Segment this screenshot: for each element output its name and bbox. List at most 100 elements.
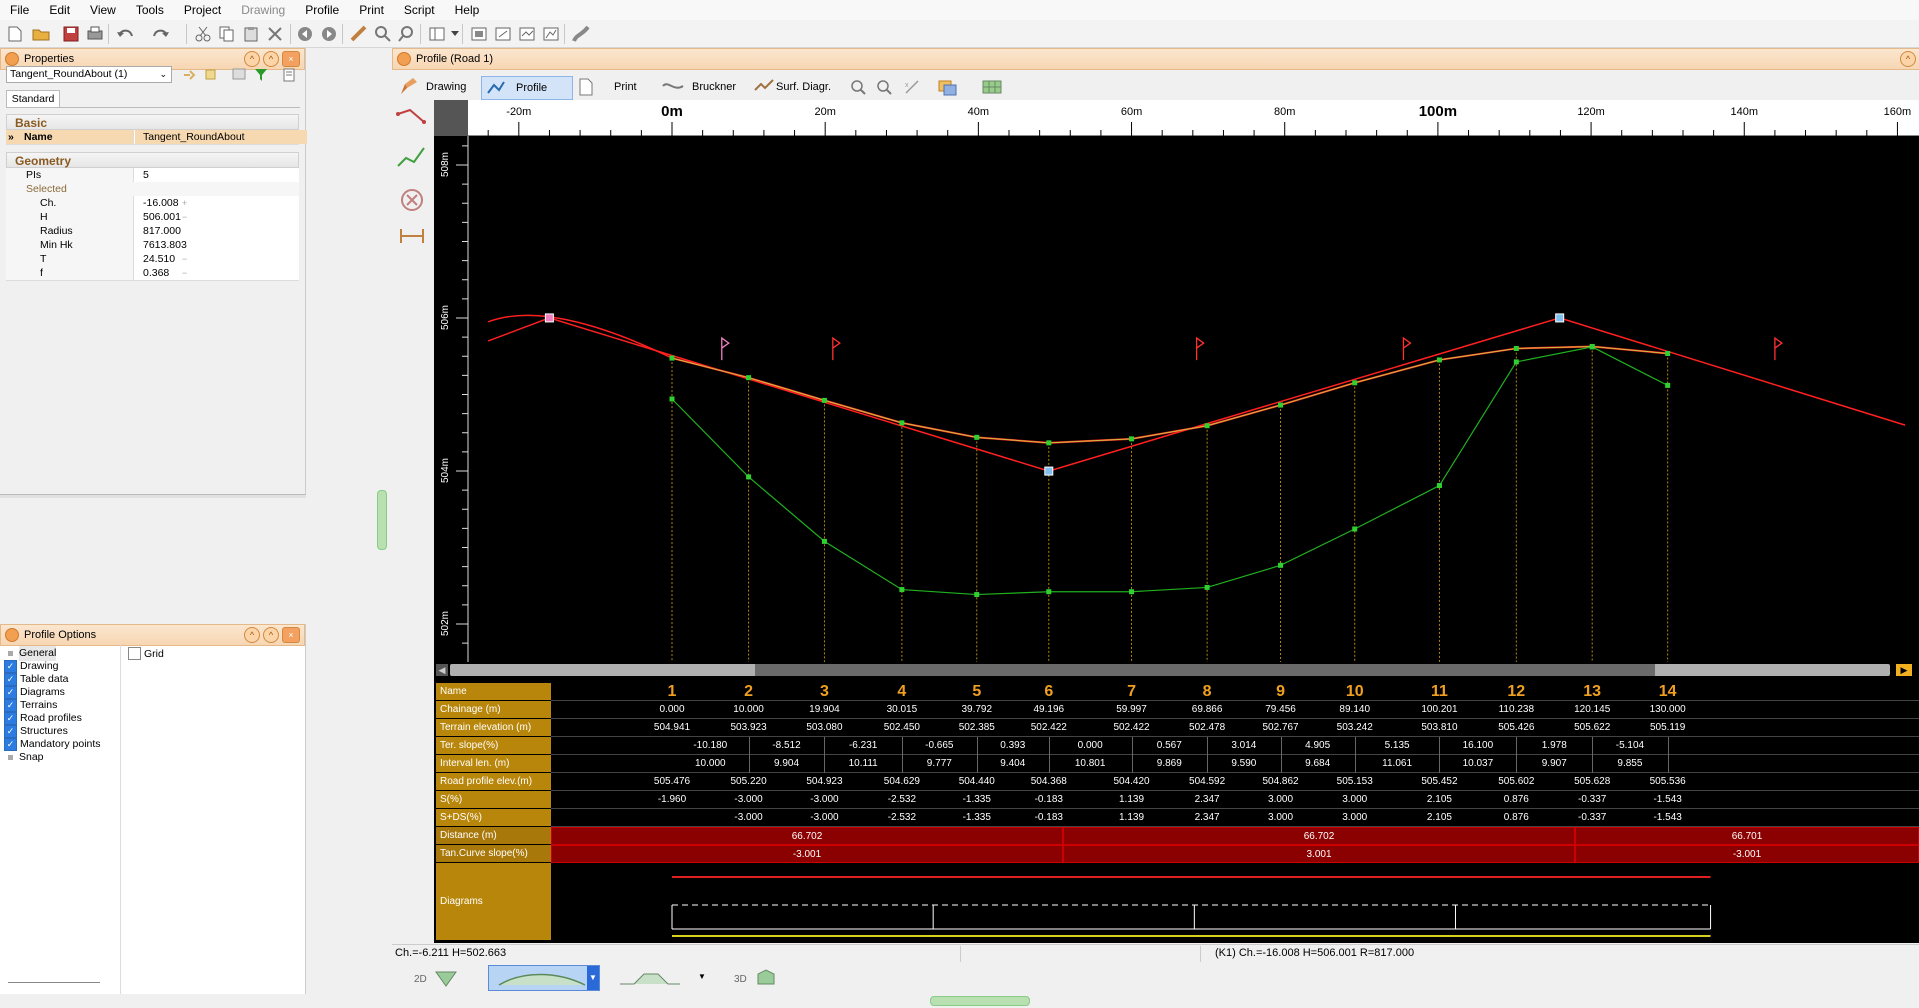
- restore-icon[interactable]: ^: [263, 627, 279, 643]
- geometry-row[interactable]: f 0.368−: [6, 266, 299, 281]
- geometry-row-value[interactable]: 0.368: [135, 266, 169, 280]
- flag-icon[interactable]: [832, 336, 841, 361]
- menu-project[interactable]: Project: [174, 0, 231, 20]
- table-icon[interactable]: [982, 80, 1002, 94]
- minus-icon[interactable]: −: [182, 266, 187, 280]
- road-point[interactable]: [1436, 357, 1442, 363]
- measure-icon[interactable]: [348, 23, 370, 45]
- name-row[interactable]: » Name Tangent_RoundAbout: [6, 130, 307, 145]
- station-number[interactable]: 5: [962, 683, 992, 701]
- distance-segment[interactable]: 66.702: [1063, 827, 1575, 845]
- zoom-window-icon[interactable]: [396, 23, 418, 45]
- terrain-point[interactable]: [1436, 483, 1442, 489]
- forward-icon[interactable]: [318, 23, 340, 45]
- basic-group[interactable]: Basic: [6, 114, 299, 130]
- menu-edit[interactable]: Edit: [39, 0, 80, 20]
- draw-polyline-icon[interactable]: [396, 106, 426, 132]
- selected-subgroup[interactable]: Selected: [6, 182, 299, 197]
- scale-icon[interactable]: x: [904, 79, 920, 95]
- geometry-row-value[interactable]: 817.000: [135, 224, 181, 238]
- zoom-in-icon[interactable]: [850, 79, 866, 95]
- road-tool-icon[interactable]: [570, 23, 592, 45]
- cut-icon[interactable]: [192, 23, 214, 45]
- close-icon[interactable]: ×: [282, 51, 300, 67]
- geometry-group[interactable]: Geometry: [6, 152, 299, 168]
- menu-print[interactable]: Print: [349, 0, 394, 20]
- tab-bruckner[interactable]: Bruckner: [658, 76, 742, 98]
- station-number[interactable]: 10: [1340, 683, 1370, 701]
- terrain-point[interactable]: [1665, 382, 1671, 388]
- terrain-point[interactable]: [746, 474, 752, 480]
- bottom-splitter-handle[interactable]: [930, 996, 1030, 1006]
- station-number[interactable]: 3: [809, 683, 839, 701]
- scroll-right-icon[interactable]: ▶: [1896, 664, 1912, 676]
- minimize-icon[interactable]: ^: [244, 627, 260, 643]
- draw-terrain-icon[interactable]: [396, 144, 426, 170]
- undo-icon[interactable]: [114, 23, 136, 45]
- redo-icon[interactable]: [150, 23, 172, 45]
- station-number[interactable]: 13: [1577, 683, 1607, 701]
- station-number[interactable]: 11: [1424, 683, 1454, 701]
- geometry-row[interactable]: Ch. -16.008 +: [6, 196, 299, 211]
- paste-icon[interactable]: [240, 23, 262, 45]
- road-point[interactable]: [1352, 380, 1358, 386]
- geometry-row-value[interactable]: 7613.803: [135, 238, 187, 252]
- mode-2d-button[interactable]: 2D: [412, 968, 462, 990]
- station-number[interactable]: 1: [657, 683, 687, 701]
- profile-chart[interactable]: 508m 506m 504m 502m: [434, 136, 1919, 662]
- road-point[interactable]: [1278, 402, 1284, 408]
- menu-script[interactable]: Script: [394, 0, 445, 20]
- profile-canvas[interactable]: 508m 506m 504m 502m: [434, 136, 1919, 662]
- horizontal-scrollbar[interactable]: ▶ ◀: [434, 662, 1919, 678]
- restore-icon[interactable]: ^: [263, 51, 279, 67]
- station-number[interactable]: 7: [1117, 683, 1147, 701]
- scroll-thumb[interactable]: [755, 664, 1655, 676]
- terrain-point[interactable]: [1129, 589, 1135, 595]
- menu-file[interactable]: File: [0, 0, 39, 20]
- tan-slope-segment[interactable]: -3.001: [1575, 845, 1919, 863]
- road-point[interactable]: [1129, 436, 1135, 442]
- terrain-point[interactable]: [1204, 584, 1210, 590]
- terrain-point[interactable]: [974, 592, 980, 598]
- terrain-point[interactable]: [899, 587, 905, 593]
- road-point[interactable]: [1665, 350, 1671, 356]
- station-number[interactable]: 8: [1192, 683, 1222, 701]
- geometry-row-value[interactable]: -16.008: [135, 196, 179, 210]
- pi-marker[interactable]: [1044, 466, 1054, 476]
- road-point[interactable]: [1513, 345, 1519, 351]
- checkbox-icon[interactable]: [128, 647, 141, 660]
- flag-icon[interactable]: [721, 336, 730, 361]
- road-point[interactable]: [899, 420, 905, 426]
- pis-row[interactable]: PIs 5: [6, 168, 299, 183]
- road-point[interactable]: [669, 355, 675, 361]
- name-value[interactable]: Tangent_RoundAbout: [135, 130, 307, 144]
- station-number[interactable]: 2: [734, 683, 764, 701]
- tab-drawing[interactable]: Drawing: [394, 76, 478, 98]
- terrain-point[interactable]: [1352, 526, 1358, 532]
- chevron-down-icon[interactable]: ▼: [587, 966, 599, 990]
- mode-cross-section-button[interactable]: [618, 968, 682, 990]
- road-point[interactable]: [1204, 423, 1210, 429]
- new-file-icon[interactable]: [4, 23, 26, 45]
- terrain-point[interactable]: [669, 396, 675, 402]
- terrain-point[interactable]: [1046, 589, 1052, 595]
- maximize-icon[interactable]: ^: [1900, 51, 1916, 67]
- station-number[interactable]: 9: [1266, 683, 1296, 701]
- pis-value[interactable]: 5: [135, 168, 149, 182]
- flag-icon[interactable]: [1774, 336, 1784, 361]
- scroll-left-icon[interactable]: ◀: [436, 664, 448, 676]
- menu-profile[interactable]: Profile: [295, 0, 349, 20]
- menu-tools[interactable]: Tools: [126, 0, 174, 20]
- pi-marker[interactable]: [544, 313, 554, 323]
- geometry-row-value[interactable]: 506.001: [135, 210, 181, 224]
- dimension-icon[interactable]: [398, 226, 426, 246]
- geometry-row[interactable]: T 24.510−: [6, 252, 299, 267]
- grid-view-icon[interactable]: [232, 68, 248, 82]
- menu-drawing[interactable]: Drawing: [231, 0, 295, 20]
- terrain-point[interactable]: [1278, 562, 1284, 568]
- cancel-icon[interactable]: [400, 188, 424, 212]
- option-snap[interactable]: Snap: [4, 750, 44, 765]
- flag-icon[interactable]: [1402, 336, 1412, 361]
- stepper-icon[interactable]: +: [182, 196, 187, 210]
- object-selector[interactable]: Tangent_RoundAbout (1) ⌄: [6, 66, 172, 83]
